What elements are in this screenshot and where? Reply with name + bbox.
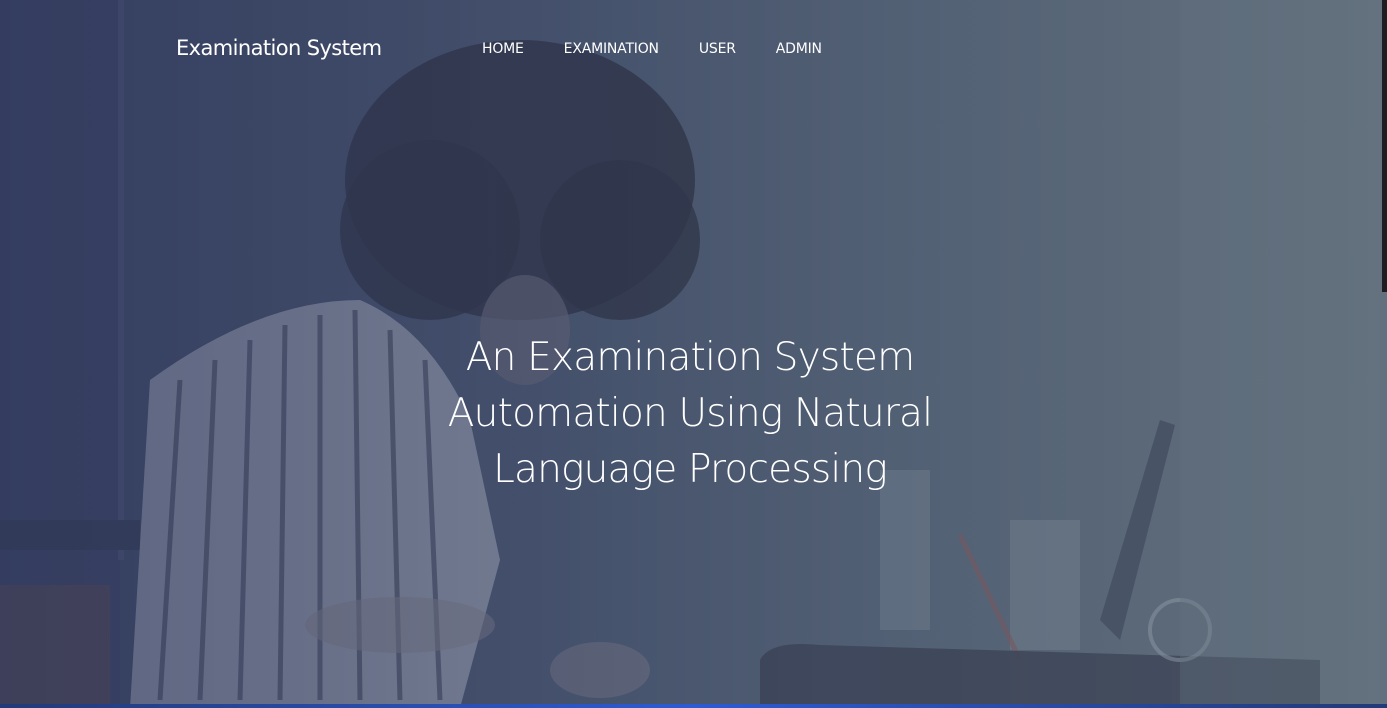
hero-headline-line-2: Automation Using Natural [447,391,933,436]
nav-item-examination[interactable]: EXAMINATION [564,41,659,57]
brand-logo-link[interactable]: Examination System [176,36,382,60]
hero-headline-line-3: Language Processing [493,447,888,492]
hero-headline-line-1: An Examination System [465,335,915,380]
hero-headline: An Examination System Automation Using N… [390,330,990,498]
page-scrollbar[interactable] [1382,0,1387,708]
top-navbar: Examination System HOME EXAMINATION USER… [0,0,1387,100]
bottom-accent-strip [0,704,1387,708]
nav-links: HOME EXAMINATION USER ADMIN [482,41,862,57]
nav-item-home[interactable]: HOME [482,41,524,57]
scrollbar-thumb[interactable] [1382,0,1387,292]
nav-item-admin[interactable]: ADMIN [776,41,822,57]
hero-section: Examination System HOME EXAMINATION USER… [0,0,1387,708]
nav-item-user[interactable]: USER [699,41,736,57]
